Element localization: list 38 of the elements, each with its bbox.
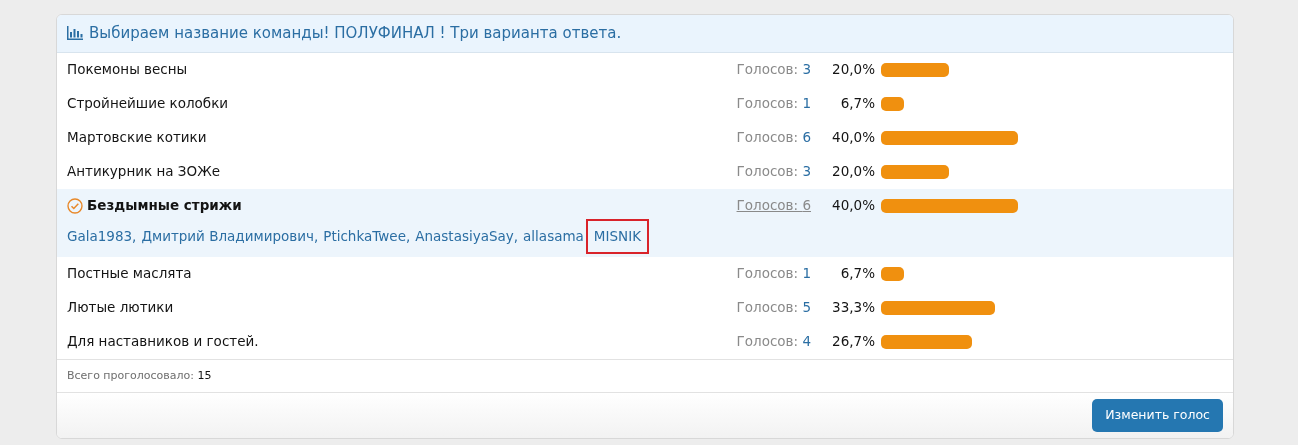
option-label: Мартовские котики — [67, 128, 207, 148]
option-label: Стройнейшие колобки — [67, 94, 229, 114]
result-bar — [881, 266, 904, 281]
option-label: Бездымные стрижи — [87, 196, 242, 216]
voter-link[interactable]: PtichkaTwee, — [323, 226, 411, 247]
option-label: Антикурник на ЗОЖе — [67, 162, 220, 182]
voter-link[interactable]: Gala1983, — [67, 226, 137, 247]
chart-icon — [67, 26, 83, 41]
percent-text: 26,7% — [831, 332, 876, 352]
votes-link[interactable]: Голосов: 5 — [736, 297, 811, 318]
result-bar — [881, 164, 950, 179]
option-label: Постные маслята — [67, 264, 192, 284]
votes-link[interactable]: Голосов: 1 — [736, 93, 811, 114]
votes-link[interactable]: Голосов: 4 — [736, 331, 811, 352]
votes-link[interactable]: Голосов: 6 — [736, 195, 811, 216]
percent-text: 20,0% — [831, 60, 876, 80]
percent-text: 33,3% — [831, 298, 876, 318]
percent-text: 40,0% — [831, 196, 876, 216]
voter-link[interactable]: AnastasiyaSay, — [415, 226, 519, 247]
poll-title: Выбираем название команды! ПОЛУФИНАЛ ! Три варианта ответа. — [89, 23, 622, 44]
voter-link[interactable]: MISNIK — [585, 219, 649, 254]
votes-link[interactable]: Голосов: 3 — [736, 59, 811, 80]
votes-link[interactable]: Голосов: 6 — [736, 127, 811, 148]
voter-link[interactable]: allasama — [523, 226, 584, 247]
result-bar — [881, 96, 904, 111]
option-label: Покемоны весны — [67, 60, 188, 80]
percent-text: 20,0% — [831, 162, 876, 182]
percent-text: 6,7% — [839, 94, 876, 114]
percent-text: 40,0% — [831, 128, 876, 148]
percent-text: 6,7% — [839, 264, 876, 284]
option-label: Для наставников и гостей. — [67, 332, 259, 352]
votes-link[interactable]: Голосов: 3 — [736, 161, 811, 182]
votes-link[interactable]: Голосов: 1 — [736, 263, 811, 284]
voter-link[interactable]: Дмитрий Владимирович, — [141, 226, 319, 247]
result-bar — [881, 62, 950, 77]
option-label: Лютые лютики — [67, 298, 174, 318]
change-vote-button[interactable]: Изменить голос — [1092, 399, 1223, 432]
check-circle-icon — [67, 197, 83, 214]
